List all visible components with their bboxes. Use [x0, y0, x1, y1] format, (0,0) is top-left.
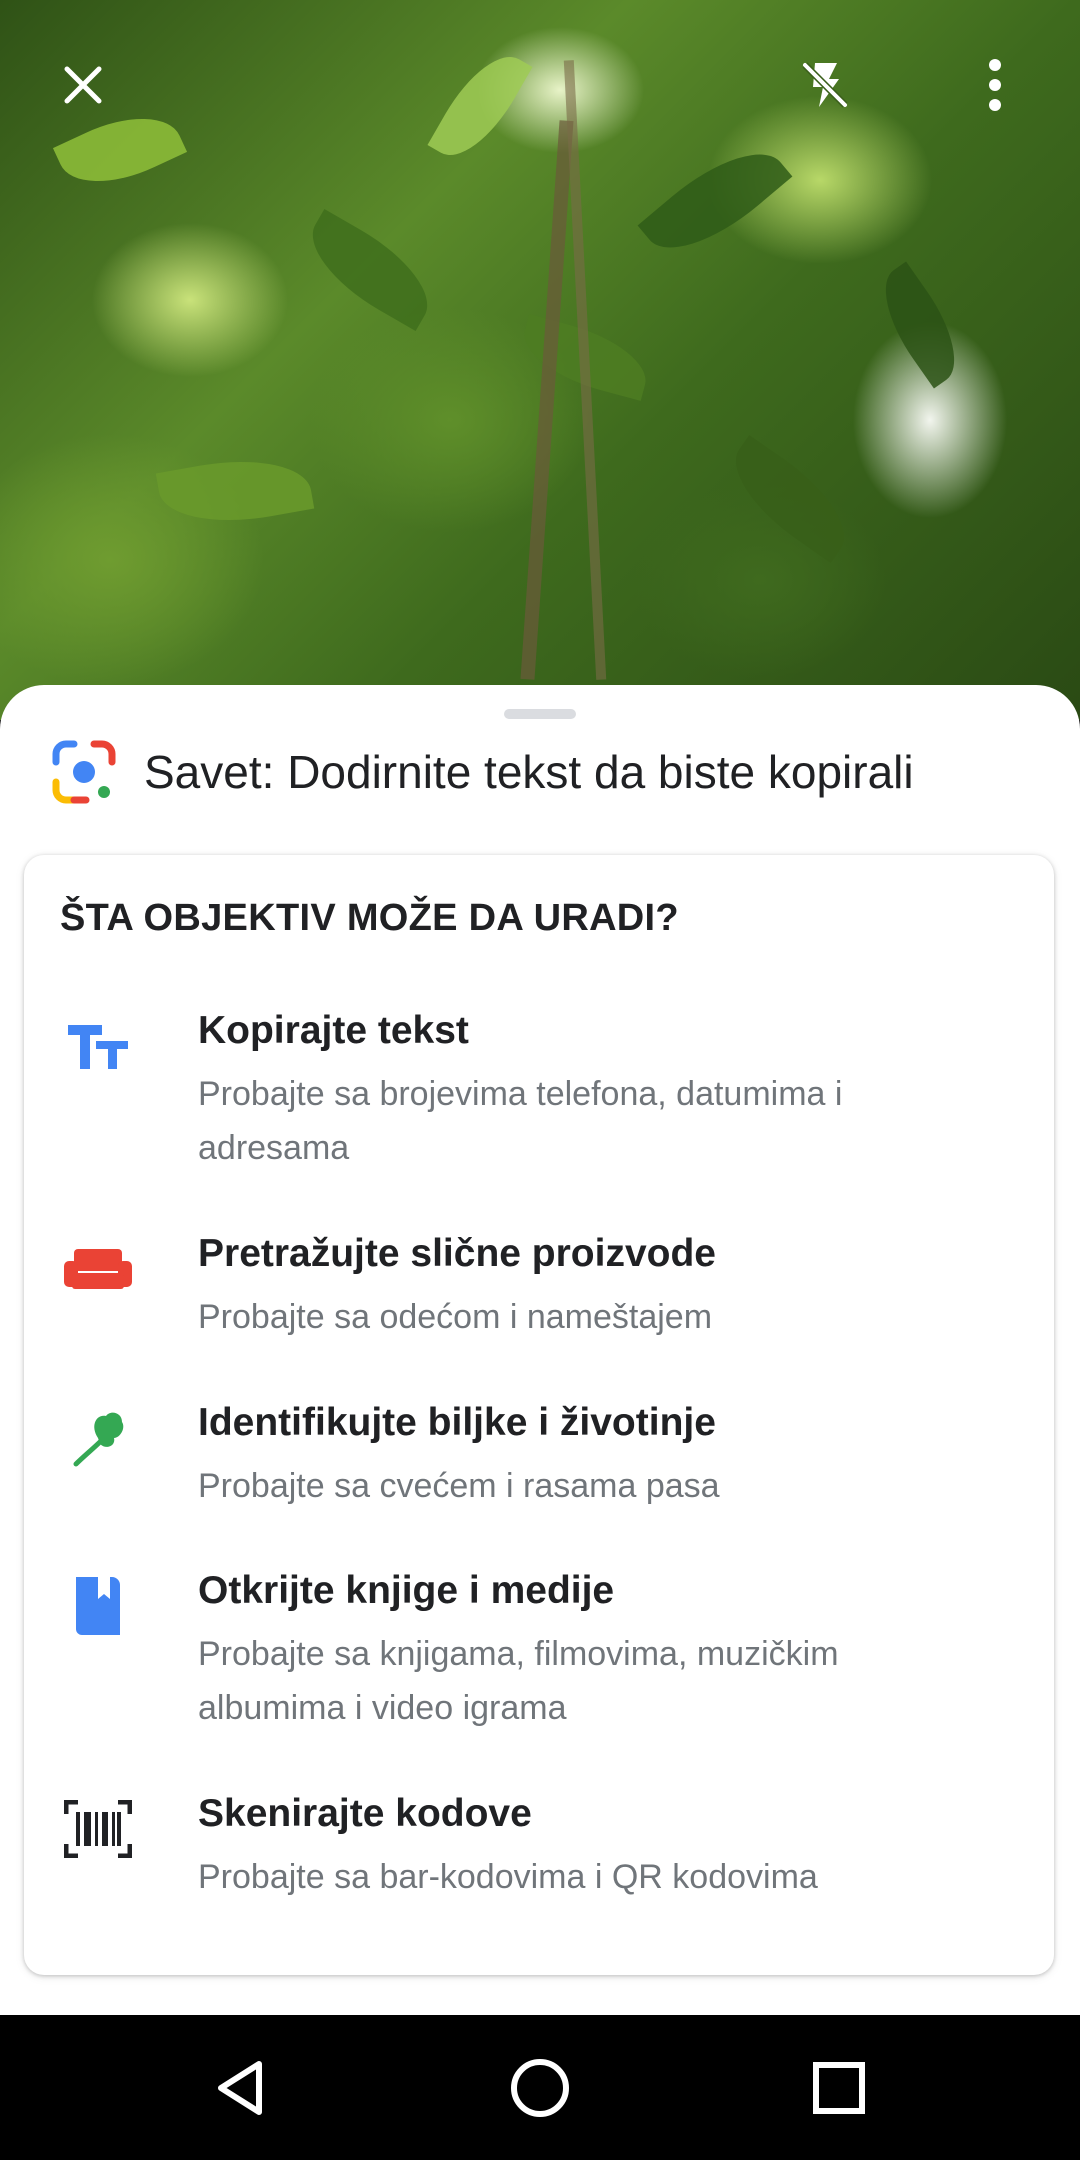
recents-square-icon [813, 2062, 865, 2114]
sofa-icon [60, 1234, 136, 1304]
google-lens-icon [52, 740, 116, 804]
foliage-shape [155, 447, 315, 535]
feature-title: Pretražujte slične proizvode [198, 1232, 716, 1275]
feature-description: Probajte sa odećom i nameštajem [198, 1298, 713, 1336]
lens-features-card: ŠTA OBJEKTIV MOŽE DA URADI? Kopirajte te… [24, 855, 1054, 1975]
barcode-icon [60, 1794, 136, 1864]
branch [520, 120, 574, 680]
book-icon [60, 1571, 136, 1641]
back-triangle-icon [218, 2061, 262, 2115]
feature-title: Otkrijte knjige i medije [198, 1569, 615, 1612]
flash-toggle-button[interactable] [790, 50, 860, 120]
card-title: ŠTA OBJEKTIV MOŽE DA URADI? [60, 897, 679, 939]
foliage-shape [427, 41, 533, 171]
foliage-shape [865, 261, 975, 389]
foliage-shape [637, 129, 793, 273]
tip-row: Savet: Dodirnite tekst da biste kopirali [52, 737, 914, 807]
back-button[interactable] [203, 2050, 279, 2126]
camera-viewfinder[interactable] [0, 0, 1080, 720]
home-circle-icon [511, 2059, 569, 2117]
feature-description: Probajte sa knjigama, filmovima, muzički… [198, 1635, 839, 1727]
leaf-icon [60, 1403, 136, 1473]
more-vert-icon [989, 59, 1001, 111]
foliage-shape [716, 435, 864, 563]
close-button[interactable] [48, 50, 118, 120]
flash-off-icon [802, 62, 848, 108]
feature-description: Probajte sa bar-kodovima i QR kodovima [198, 1858, 818, 1896]
foliage-shape [294, 209, 446, 331]
feature-title: Identifikujte biljke i životinje [198, 1401, 716, 1444]
bottom-sheet[interactable]: Savet: Dodirnite tekst da biste kopirali… [0, 685, 1080, 2015]
feature-description: Probajte sa cvećem i rasama pasa [198, 1467, 720, 1505]
feature-title: Kopirajte tekst [198, 1009, 469, 1052]
more-options-button[interactable] [960, 50, 1030, 120]
feature-title: Skenirajte kodove [198, 1792, 532, 1835]
text-format-icon [60, 1011, 136, 1081]
recents-button[interactable] [801, 2050, 877, 2126]
system-navigation-bar [0, 2015, 1080, 2160]
tip-text: Savet: Dodirnite tekst da biste kopirali [144, 746, 914, 798]
drag-handle[interactable] [504, 709, 576, 719]
feature-description: Probajte sa brojevima telefona, datumima… [198, 1075, 843, 1167]
close-icon [64, 66, 102, 104]
home-button[interactable] [502, 2050, 578, 2126]
